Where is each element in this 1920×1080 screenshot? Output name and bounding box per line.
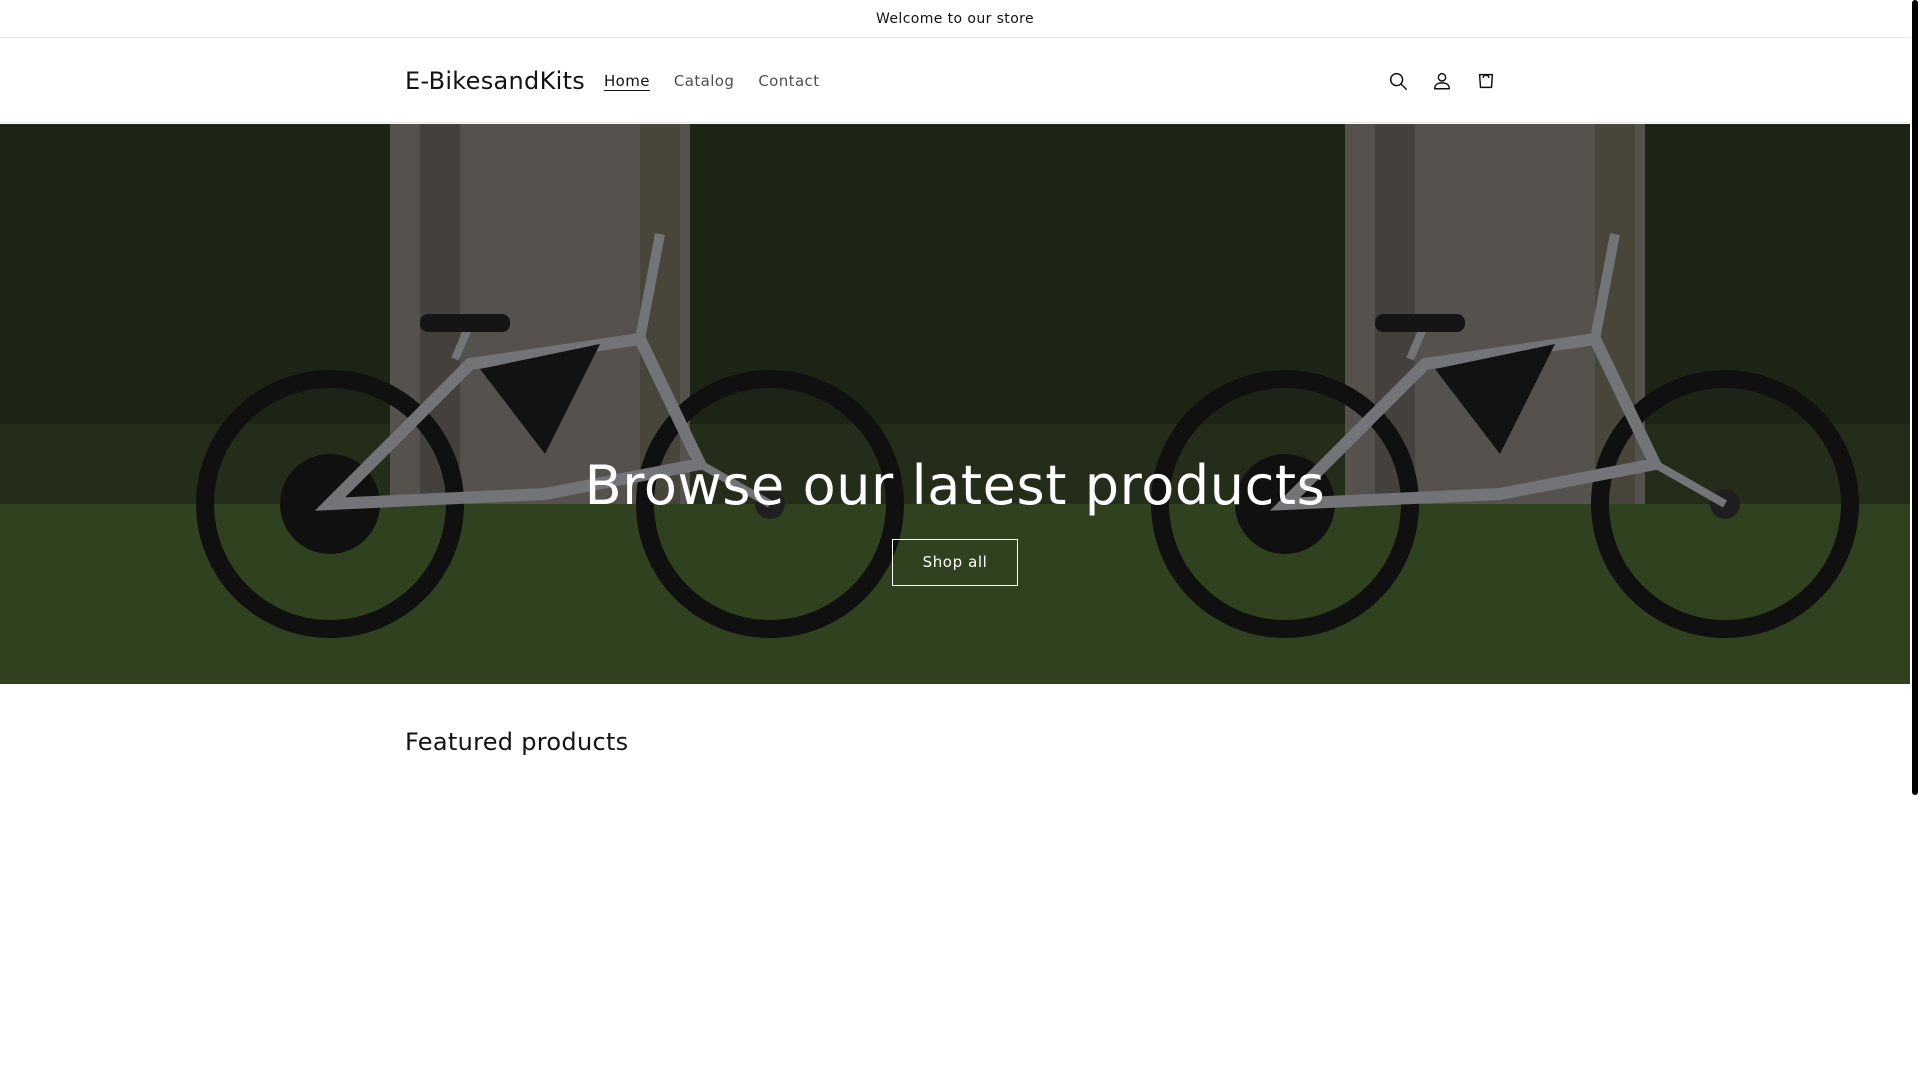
header-icons: [1376, 38, 1508, 123]
nav-item-catalog[interactable]: Catalog: [662, 72, 746, 90]
nav-item-contact[interactable]: Contact: [746, 72, 831, 90]
announcement-text: Welcome to our store: [875, 10, 1035, 27]
page: Welcome to our store E-BikesandKits Home…: [0, 0, 1920, 1080]
hero-banner: Browse our latest products Shop all: [0, 124, 1910, 684]
featured-products-heading: Featured products: [405, 728, 629, 756]
scrollbar-thumb[interactable]: [1912, 0, 1918, 795]
account-icon: [1433, 72, 1451, 90]
announcement-bar: Welcome to our store: [0, 0, 1910, 38]
hero-title: Browse our latest products: [584, 454, 1326, 517]
site-header: E-BikesandKits Home Catalog Contact: [0, 38, 1910, 123]
search-button[interactable]: [1376, 59, 1420, 103]
store-logo[interactable]: E-BikesandKits: [405, 38, 585, 123]
hero-content: Browse our latest products Shop all: [0, 454, 1910, 586]
main-nav: Home Catalog Contact: [592, 38, 831, 123]
search-icon: [1389, 72, 1407, 90]
shop-all-button[interactable]: Shop all: [891, 539, 1019, 586]
cart-icon: [1478, 73, 1494, 88]
cart-button[interactable]: [1464, 59, 1508, 103]
account-button[interactable]: [1420, 59, 1464, 103]
hero-overlay: [0, 124, 1910, 684]
nav-item-home[interactable]: Home: [592, 72, 662, 90]
scrollbar[interactable]: [1910, 0, 1920, 1080]
